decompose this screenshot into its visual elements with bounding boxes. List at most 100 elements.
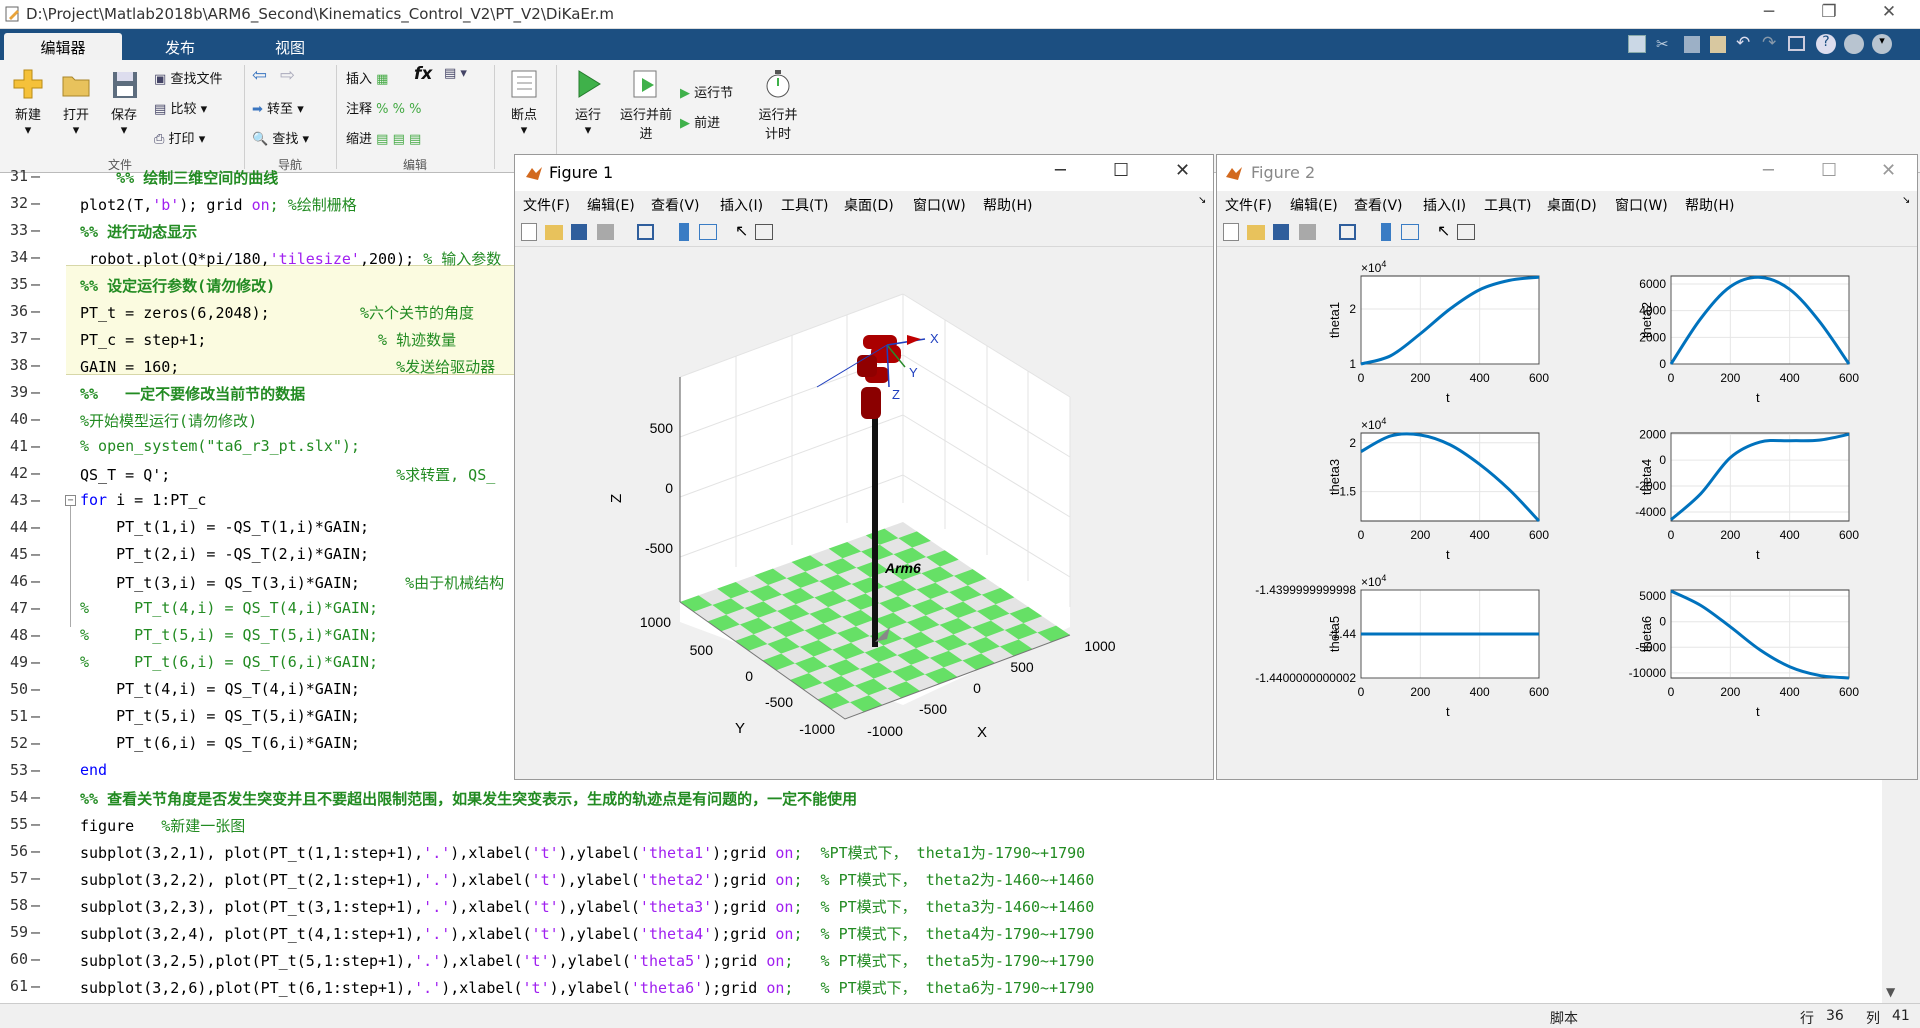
pointer-icon[interactable]: ↖ — [735, 221, 748, 240]
breakpoint-gutter[interactable]: – — [31, 626, 40, 644]
forward-arrow-icon[interactable]: ⇨ — [280, 65, 295, 86]
tab-publish[interactable]: 发布 — [140, 33, 220, 60]
code-line[interactable]: figure %新建一张图 — [80, 815, 245, 836]
code-line[interactable]: subplot(3,2,6),plot(PT_t(6,1:step+1),'.'… — [80, 977, 1094, 998]
print-button[interactable]: ⎙ 打印 ▾ — [154, 128, 205, 147]
code-line[interactable]: %% 一定不要修改当前节的数据 — [80, 383, 305, 404]
breakpoint-gutter[interactable]: – — [31, 167, 40, 185]
insert-function-icon[interactable]: ▤ ▾ — [444, 66, 467, 81]
robot-3d-axes[interactable]: X Y Z Arm6 500 0 -500 Z 1000 500 0 -500 … — [515, 247, 1213, 779]
breakpoints-button[interactable]: 断点 ▾ — [504, 68, 544, 138]
code-line[interactable]: end — [80, 761, 107, 779]
code-line[interactable]: % PT_t(6,i) = QS_T(6,i)*GAIN; — [80, 653, 378, 671]
breakpoint-gutter[interactable]: – — [31, 518, 40, 536]
fx-button[interactable]: fx — [414, 64, 432, 84]
find-files-button[interactable]: ▣ 查找文件 — [154, 68, 222, 87]
menu-desktop[interactable]: 桌面(D) — [844, 195, 894, 215]
breakpoint-gutter[interactable]: – — [31, 923, 40, 941]
code-line[interactable]: PT_t(1,i) = -QS_T(1,i)*GAIN; — [80, 518, 369, 536]
menu-desktop[interactable]: 桌面(D) — [1547, 195, 1597, 215]
print-figure-icon[interactable] — [1299, 224, 1316, 240]
run-advance-button[interactable]: 运行并前进 — [620, 68, 672, 142]
menu-window[interactable]: 窗口(W) — [1615, 195, 1668, 215]
menu-file[interactable]: 文件(F) — [523, 195, 570, 215]
property-editor-icon[interactable] — [755, 224, 773, 240]
colorbar-icon[interactable] — [679, 223, 689, 241]
code-line[interactable]: PT_t(4,i) = QS_T(4,i)*GAIN; — [80, 680, 360, 698]
new-figure-icon[interactable] — [1223, 223, 1239, 241]
figure-1-maximize[interactable]: ☐ — [1113, 160, 1129, 181]
search-doc-icon[interactable] — [1844, 34, 1864, 54]
breakpoint-gutter[interactable]: – — [31, 329, 40, 347]
link-plot-icon[interactable] — [1339, 224, 1356, 240]
tab-view[interactable]: 视图 — [250, 33, 330, 60]
code-line[interactable]: PT_t(6,i) = QS_T(6,i)*GAIN; — [80, 734, 360, 752]
save-figure-icon[interactable] — [571, 224, 587, 240]
advance-button[interactable]: ▶ 前进 — [680, 112, 720, 131]
menu-view[interactable]: 查看(V) — [1354, 195, 1403, 215]
breakpoint-gutter[interactable]: – — [31, 599, 40, 617]
help-icon[interactable]: ? — [1816, 34, 1836, 54]
code-line[interactable]: GAIN = 160; %发送给驱动器 — [80, 356, 495, 377]
menu-file[interactable]: 文件(F) — [1225, 195, 1272, 215]
open-button[interactable]: 打开 ▾ — [56, 68, 96, 138]
menu-insert[interactable]: 插入(I) — [1423, 195, 1466, 215]
open-file-icon[interactable] — [545, 225, 563, 240]
code-line[interactable]: %% 查看关节角度是否发生突变并且不要超出限制范围，如果发生突变表示，生成的轨迹… — [80, 788, 857, 809]
code-line[interactable]: % PT_t(5,i) = QS_T(5,i)*GAIN; — [80, 626, 378, 644]
dock-arrow-icon[interactable]: ↘ — [1902, 195, 1910, 206]
code-line[interactable]: subplot(3,2,4), plot(PT_t(4,1:step+1),'.… — [80, 923, 1094, 944]
breakpoint-gutter[interactable]: – — [31, 275, 40, 293]
close-button[interactable]: ✕ — [1866, 2, 1912, 26]
property-editor-icon[interactable] — [1457, 224, 1475, 240]
figure-1-minimize[interactable]: ─ — [1055, 160, 1066, 181]
code-line[interactable]: PT_t(5,i) = QS_T(5,i)*GAIN; — [80, 707, 360, 725]
breakpoint-gutter[interactable]: – — [31, 383, 40, 401]
new-button[interactable]: 新建 ▾ — [8, 68, 48, 138]
breakpoint-gutter[interactable]: – — [31, 707, 40, 725]
code-line[interactable]: robot.plot(Q*pi/180,'tilesize',200); % 输… — [80, 248, 501, 269]
subplot-5[interactable]: 0 200 400 600-1.4399999999998-1.44-1.440000… — [1255, 573, 1549, 719]
breakpoint-gutter[interactable]: – — [31, 194, 40, 212]
subplot-4[interactable]: 0 200 400 600-4000-200002000ttheta4 — [1635, 427, 1859, 562]
run-time-button[interactable]: 运行并计时 — [756, 68, 800, 142]
breakpoint-gutter[interactable]: – — [31, 464, 40, 482]
code-line[interactable]: PT_t(2,i) = -QS_T(2,i)*GAIN; — [80, 545, 369, 563]
open-file-icon[interactable] — [1247, 225, 1265, 240]
code-line[interactable]: PT_t(3,i) = QS_T(3,i)*GAIN; %由于机械结构 — [80, 572, 504, 593]
indent-button[interactable]: 缩进 ▤ ▤ ▤ — [346, 128, 421, 147]
undo-icon[interactable]: ↶ — [1736, 33, 1750, 53]
breakpoint-gutter[interactable]: – — [31, 815, 40, 833]
breakpoint-gutter[interactable]: – — [31, 896, 40, 914]
menu-edit[interactable]: 编辑(E) — [1290, 195, 1338, 215]
figure-2-window[interactable]: Figure 2 ─ ☐ ✕ 文件(F) 编辑(E) 查看(V) 插入(I) 工… — [1216, 154, 1918, 780]
tab-editor[interactable]: 编辑器 — [4, 33, 122, 60]
menu-edit[interactable]: 编辑(E) — [587, 195, 635, 215]
back-arrow-icon[interactable]: ⇦ — [252, 65, 267, 86]
code-line[interactable]: subplot(3,2,2), plot(PT_t(2,1:step+1),'.… — [80, 869, 1094, 890]
figure-2-maximize[interactable]: ☐ — [1821, 160, 1837, 181]
subplot-2[interactable]: 0 200 400 6000200040006000ttheta2 — [1639, 275, 1859, 405]
save-figure-icon[interactable] — [1273, 224, 1289, 240]
menu-help[interactable]: 帮助(H) — [983, 195, 1032, 215]
code-line[interactable]: %% 设定运行参数(请勿修改) — [80, 275, 275, 296]
code-line[interactable]: QS_T = Q'; %求转置, QS_ — [80, 464, 495, 485]
code-line[interactable]: subplot(3,2,5),plot(PT_t(5,1:step+1),'.'… — [80, 950, 1094, 971]
print-figure-icon[interactable] — [597, 224, 614, 240]
figure-1-window[interactable]: Figure 1 ─ ☐ ✕ 文件(F) 编辑(E) 查看(V) 插入(I) 工… — [514, 154, 1214, 780]
code-line[interactable]: %% 绘制三维空间的曲线 — [80, 167, 278, 188]
insert-button[interactable]: 插入 ▦ — [346, 68, 388, 87]
minimize-button[interactable]: ─ — [1746, 2, 1792, 26]
code-line[interactable]: %开始模型运行(请勿修改) — [80, 410, 257, 431]
save-button[interactable]: 保存 ▾ — [104, 68, 144, 138]
code-line[interactable]: plot2(T,'b'); grid on; %绘制栅格 — [80, 194, 357, 215]
pointer-icon[interactable]: ↖ — [1437, 221, 1450, 240]
code-line[interactable]: % open_system("ta6_r3_pt.slx"); — [80, 437, 360, 455]
breakpoint-gutter[interactable]: – — [31, 761, 40, 779]
dock-arrow-icon[interactable]: ↘ — [1198, 195, 1206, 206]
breakpoint-gutter[interactable]: – — [31, 680, 40, 698]
code-line[interactable]: % PT_t(4,i) = QS_T(4,i)*GAIN; — [80, 599, 378, 617]
legend-icon[interactable] — [1401, 224, 1419, 240]
paste-icon[interactable] — [1710, 36, 1726, 53]
run-button[interactable]: 运行 ▾ — [568, 68, 608, 138]
